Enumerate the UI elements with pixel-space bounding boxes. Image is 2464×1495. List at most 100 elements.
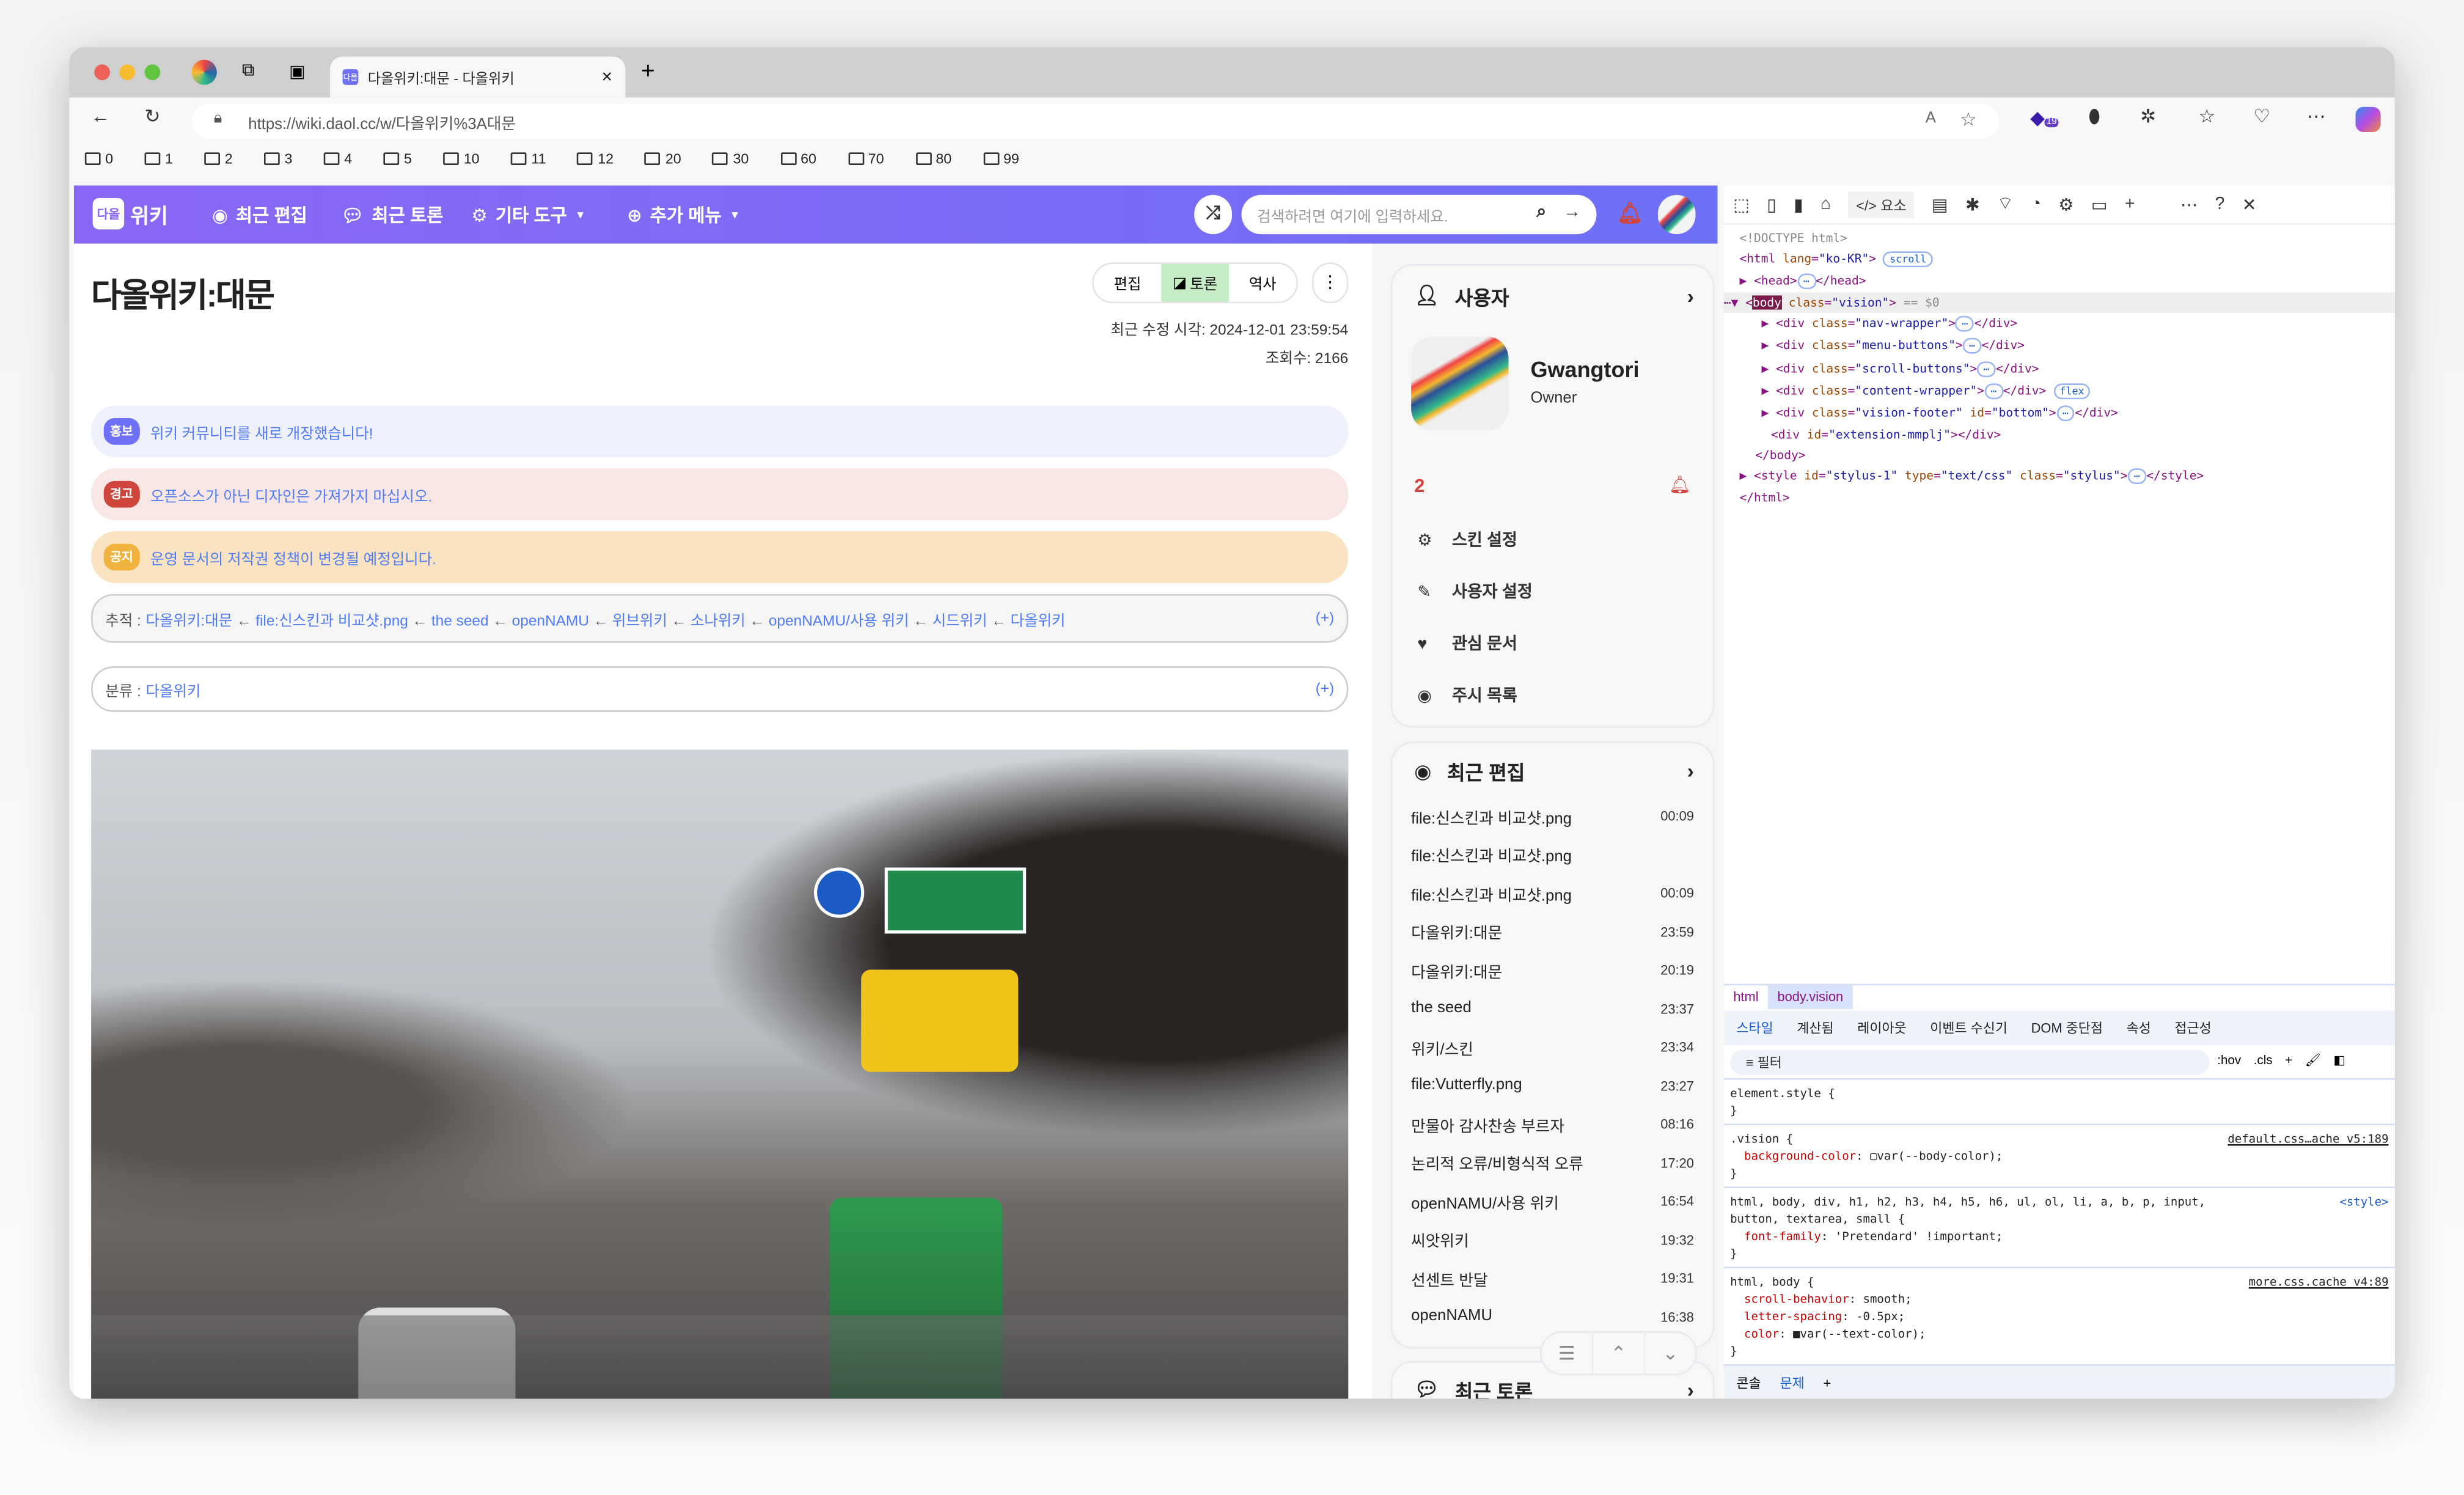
recent-edit-item[interactable]: 선센트 반달 19:31 [1392, 1259, 1713, 1298]
css-source-link[interactable]: <style> [2339, 1193, 2388, 1210]
trail-link[interactable]: 시드위키 [933, 612, 988, 630]
issues-tab[interactable]: 문제 [1780, 1373, 1804, 1392]
bookmark-folder[interactable]: 3 [264, 151, 305, 167]
mouse-extension-icon[interactable]: ⬮ [2088, 105, 2100, 129]
add-drawer-tab-icon[interactable]: + [1824, 1375, 1832, 1390]
dom-node-style[interactable]: ▶ <style id="stylus-1" type="text/css" c… [1740, 465, 2395, 487]
network-icon[interactable]: ⌔ [1997, 193, 2014, 215]
bookmark-folder[interactable]: 80 [915, 151, 964, 167]
help-icon[interactable]: ? [2215, 195, 2225, 214]
recent-edit-item[interactable]: 다올위키:대문 20:19 [1392, 951, 1713, 990]
dom-node-body[interactable]: ⋯▼ <body class="vision"> == $0 [1723, 293, 2395, 314]
styles-subtab[interactable]: DOM 중단점 [2031, 1018, 2103, 1037]
recent-edit-item[interactable]: 만물아 감사찬송 부르자 08:16 [1392, 1105, 1713, 1144]
more-tools-icon[interactable]: ⋯ [2180, 194, 2198, 215]
trail-link[interactable]: 다올위키:대문 [146, 612, 233, 630]
styles-filter-input[interactable]: ≡ 필터 [1730, 1049, 2210, 1075]
home-icon[interactable]: ⌂ [1821, 195, 1831, 214]
workspaces-icon[interactable]: ⧉ [242, 61, 254, 81]
close-window-button[interactable] [94, 64, 110, 81]
css-rule[interactable]: html, body {more.css.cache_v4:89 scroll-… [1723, 1266, 2395, 1364]
recent-edit-item[interactable]: 다올위키:대문 23:59 [1392, 913, 1713, 951]
history-button[interactable]: 역사 [1229, 264, 1297, 302]
reload-button[interactable]: ↻ [145, 105, 161, 127]
minimize-window-button[interactable] [119, 64, 136, 81]
bookmark-folder[interactable]: 12 [577, 151, 626, 167]
styles-subtab[interactable]: 스타일 [1736, 1018, 1773, 1037]
back-button[interactable]: ← [91, 105, 110, 127]
trail-link[interactable]: openNAMU/사용 위키 [769, 612, 909, 630]
browser-tab[interactable]: 다올 다올위키:대문 - 다올위키 ✕ [329, 56, 626, 98]
paint-brush-icon[interactable]: 🖌︎ [2305, 1053, 2321, 1067]
profile-avatar[interactable] [191, 59, 217, 85]
trail-link[interactable]: 위브위키 [612, 612, 667, 630]
tab-actions-icon[interactable]: ▣ [289, 61, 306, 82]
nav-recent-discussions[interactable]: 💬︎ 최근 토론 [341, 203, 443, 228]
recent-edits-header[interactable]: ◉ 최근 편집 › [1392, 743, 1713, 796]
bookmark-folder[interactable]: 5 [383, 151, 425, 167]
breadcrumb-html[interactable]: html [1724, 985, 1768, 1009]
recent-edit-item[interactable]: openNAMU 16:38 [1392, 1298, 1713, 1336]
user-panel-header[interactable]: 👤︎ 사용자 › [1392, 266, 1713, 326]
cpu-icon[interactable]: ⚙ [2058, 194, 2074, 215]
console-tab[interactable]: 콘솔 [1736, 1373, 1761, 1392]
trail-link[interactable]: file:신스킨과 비교샷.png [255, 612, 408, 630]
address-bar[interactable]: 🔒︎ https://wiki.daol.cc/w/다올위키%3A대문 A ☆ [191, 103, 1999, 139]
dom-node-head[interactable]: ▶ <head> ⋯ </head> [1740, 271, 2395, 293]
css-rule[interactable]: html, body, div, h1, h2, h3, h4, h5, h6,… [1723, 1186, 2395, 1266]
category-link[interactable]: 다올위키 [146, 678, 201, 700]
dom-node-div[interactable]: ▶ <div class="scroll-buttons"> ⋯ </div> [1740, 358, 2395, 380]
styles-subtab[interactable]: 이벤트 수신기 [1930, 1018, 2008, 1037]
puzzle-extensions-icon[interactable]: ✲ [2140, 105, 2156, 127]
user-avatar[interactable] [1657, 194, 1696, 235]
bookmark-folder[interactable]: 4 [323, 151, 365, 167]
performance-icon[interactable]: ◔ [2031, 195, 2041, 214]
site-logo[interactable]: 다올 위키 [92, 197, 168, 230]
recent-edit-item[interactable]: file:신스킨과 비교샷.png [1392, 836, 1713, 874]
browser-essentials-icon[interactable]: ♡ [2253, 105, 2270, 127]
bookmark-folder[interactable]: 0 [84, 151, 126, 167]
toc-list-button[interactable]: ☰ [1542, 1333, 1592, 1374]
recent-edit-item[interactable]: the seed 23:37 [1392, 990, 1713, 1028]
bookmark-folder[interactable]: 20 [645, 151, 694, 167]
trail-expand-button[interactable]: (+) [1316, 610, 1335, 627]
console-icon[interactable]: ▤ [1932, 194, 1948, 215]
recent-edit-item[interactable]: openNAMU/사용 위키 16:54 [1392, 1182, 1713, 1221]
notification-count[interactable]: 2 [1414, 475, 1425, 497]
notice-link[interactable]: 위키 커뮤니티를 새로 개장했습니다! [150, 421, 373, 443]
bookmark-folder[interactable]: 60 [780, 151, 829, 167]
dom-node-div[interactable]: ▶ <div class="nav-wrapper"> ⋯ </div> [1740, 314, 2395, 336]
category-expand-button[interactable]: (+) [1316, 680, 1335, 697]
recent-edit-item[interactable]: 위키/스킨 23:34 [1392, 1028, 1713, 1067]
user-menu-item[interactable]: ✎ 사용자 설정 [1392, 566, 1716, 618]
recent-edit-item[interactable]: 논리적 오류/비형식적 오류 17:20 [1392, 1144, 1713, 1182]
recent-edit-item[interactable]: file:신스킨과 비교샷.png 00:09 [1392, 797, 1713, 836]
random-page-button[interactable]: ⤮ [1194, 194, 1232, 235]
user-menu-item[interactable]: ⚙ 스킨 설정 [1392, 514, 1716, 566]
dom-node-div[interactable]: ▶ <div class="content-wrapper"> ⋯ </div> f… [1740, 380, 2395, 402]
bookmark-folder[interactable]: 1 [144, 151, 186, 167]
search-input[interactable]: 검색하려면 여기에 입력하세요. ⌕ → [1241, 194, 1597, 235]
more-menu-icon[interactable]: ⋯ [2307, 105, 2326, 127]
trail-link[interactable]: 다올위키 [1010, 612, 1065, 630]
notice-link[interactable]: 운영 문서의 저작권 정책이 변경될 예정입니다. [150, 546, 436, 568]
maximize-window-button[interactable] [144, 64, 161, 81]
styles-subtab[interactable]: 속성 [2127, 1018, 2151, 1037]
notification-bell-icon[interactable]: 🔔︎ [1669, 475, 1691, 495]
user-menu-item[interactable]: ♥ 관심 문서 [1392, 618, 1716, 670]
hov-button[interactable]: :hov [2217, 1053, 2241, 1067]
bookmark-folder[interactable]: 30 [713, 151, 761, 167]
elements-tab[interactable]: </> 요소 [1848, 191, 1915, 218]
close-devtools-icon[interactable]: ✕ [2242, 194, 2257, 215]
recent-edit-item[interactable]: file:Vutterfly.png 23:27 [1392, 1067, 1713, 1105]
css-source-link[interactable]: default.css…ache_v5:189 [2228, 1130, 2388, 1147]
dom-node-div[interactable]: ▶ <div class="menu-buttons"> ⋯ </div> [1740, 336, 2395, 358]
bookmark-folder[interactable]: 2 [204, 151, 245, 167]
dom-node-div[interactable]: ▶ <div class="vision-footer" id="bottom"… [1740, 402, 2395, 424]
copilot-icon[interactable] [2355, 106, 2381, 132]
bookmark-folder[interactable]: 11 [510, 151, 559, 167]
new-rule-icon[interactable]: + [2285, 1053, 2292, 1067]
nav-recent-edits[interactable]: ◉ 최근 편집 [212, 203, 307, 228]
nav-other-tools[interactable]: ⚙ 기타 도구 ▼ [471, 203, 585, 228]
more-options-button[interactable]: ⋮ [1312, 262, 1349, 304]
